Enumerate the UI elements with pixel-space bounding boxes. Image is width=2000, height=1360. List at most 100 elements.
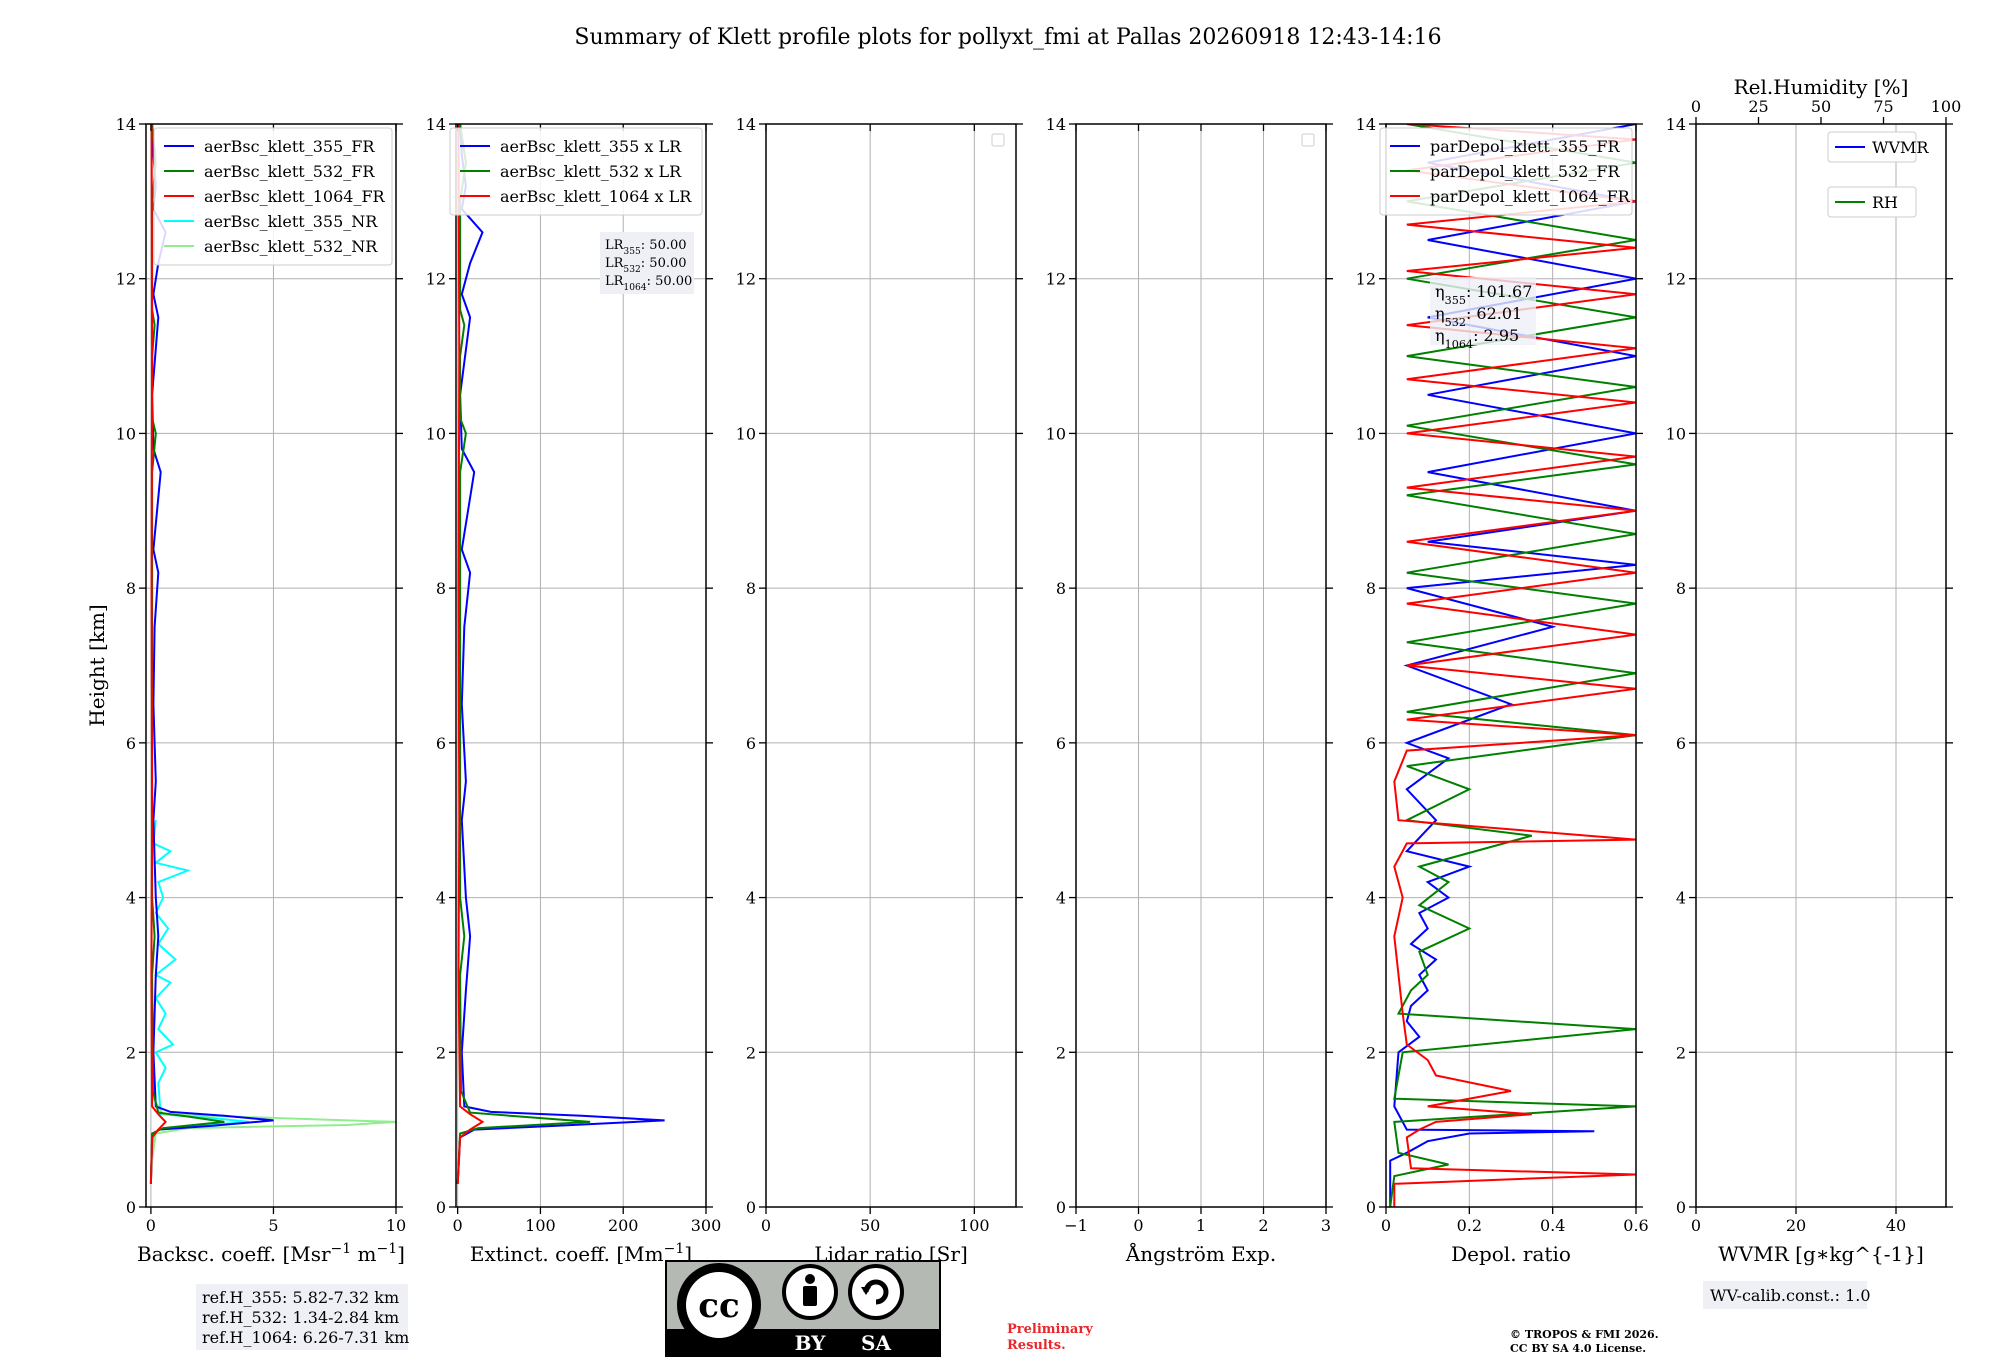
- x-tick-label: 0: [1381, 1216, 1391, 1235]
- x-axis-label: Backsc. coeff. [Msr−1 m−1]: [137, 1241, 405, 1266]
- panel-lr: 0 50 10002468101214Lidar ratio [Sr]: [736, 115, 1023, 1266]
- x-tick-label: 5: [268, 1216, 278, 1235]
- y-tick-label: 2: [746, 1043, 756, 1062]
- y-tick-label: 4: [1676, 889, 1686, 908]
- x-tick-label: 0: [453, 1216, 463, 1235]
- x-tick-label: 0: [1133, 1216, 1143, 1235]
- plot-panels: 0 5 1002468101214Backsc. coeff. [Msr−1 m−1…: [85, 75, 1961, 1266]
- y-tick-label: 0: [1366, 1198, 1376, 1217]
- x-tick-label: 2: [1258, 1216, 1268, 1235]
- x-tick-label: 20: [1786, 1216, 1806, 1235]
- series-aerBsc_klett_355_FR: [149, 124, 274, 1184]
- y-tick-label: 14: [1356, 115, 1376, 134]
- legend-label: parDepol_klett_532_FR: [1430, 162, 1621, 181]
- axes-frame: [145, 123, 397, 1208]
- sa-label: SA: [861, 1331, 891, 1355]
- y-tick-label: 12: [736, 270, 756, 289]
- x-tick-label: 0.4: [1540, 1216, 1565, 1235]
- panel-ang: −1 0 1 2 302468101214Ångström Exp.: [1046, 115, 1333, 1266]
- top-tick-label: 25: [1748, 97, 1768, 116]
- y-tick-label: 14: [736, 115, 756, 134]
- y-tick-label: 14: [1046, 115, 1066, 134]
- legend-label: WVMR: [1872, 138, 1929, 157]
- x-tick-label: 3: [1321, 1216, 1331, 1235]
- top-axis-label: Rel.Humidity [%]: [1734, 75, 1909, 99]
- cc-symbol: cc: [698, 1286, 739, 1326]
- y-tick-label: 4: [126, 889, 136, 908]
- x-tick-label: 200: [608, 1216, 639, 1235]
- y-tick-label: 2: [436, 1043, 446, 1062]
- y-tick-label: 4: [1056, 889, 1066, 908]
- preliminary-label-2: Results.: [1007, 1338, 1066, 1353]
- legend-label: parDepol_klett_355_FR: [1430, 137, 1621, 156]
- legend-empty: [991, 133, 1005, 147]
- refheight-line: ref.H_355: 5.82-7.32 km: [202, 1288, 399, 1307]
- y-tick-label: 0: [746, 1198, 756, 1217]
- legend-label: RH: [1872, 193, 1898, 212]
- legend-label: aerBsc_klett_1064 x LR: [500, 187, 692, 206]
- legend-label: aerBsc_klett_355_NR: [204, 212, 378, 231]
- y-tick-label: 2: [1056, 1043, 1066, 1062]
- y-tick-label: 4: [746, 889, 756, 908]
- y-tick-label: 10: [1666, 424, 1686, 443]
- y-tick-label: 6: [1676, 734, 1686, 753]
- x-tick-label: 0.2: [1457, 1216, 1482, 1235]
- axes-frame: [765, 123, 1017, 1208]
- y-tick-label: 12: [116, 270, 136, 289]
- x-tick-label: 100: [525, 1216, 556, 1235]
- y-tick-label: 10: [116, 424, 136, 443]
- x-tick-label: 0: [1691, 1216, 1701, 1235]
- y-tick-label: 14: [116, 115, 136, 134]
- y-tick-label: 12: [1666, 270, 1686, 289]
- top-tick-label: 75: [1873, 97, 1893, 116]
- x-tick-label: 0: [146, 1216, 156, 1235]
- x-tick-label: 40: [1886, 1216, 1906, 1235]
- panel-bsc: 0 5 10 0 2 4 6 8 10 12 14 Backsc. coeff. [Msr−1 m−1…: [85, 115, 406, 1266]
- x-tick-label: 100: [959, 1216, 990, 1235]
- legend-empty: [1301, 133, 1315, 147]
- y-tick-label: 14: [1666, 115, 1686, 134]
- top-tick-label: 50: [1811, 97, 1831, 116]
- x-axis-label: WVMR [g∗kg^{-1}]: [1718, 1242, 1924, 1266]
- legend-label: aerBsc_klett_355_FR: [204, 137, 375, 156]
- y-tick-label: 8: [1366, 579, 1376, 598]
- figure-title: Summary of Klett profile plots for polly…: [574, 25, 1441, 50]
- y-tick-label: 0: [436, 1198, 446, 1217]
- legend-label: parDepol_klett_1064_FR: [1430, 187, 1631, 206]
- wv-calib-text: WV-calib.const.: 1.0: [1710, 1286, 1871, 1305]
- y-tick-label: 8: [746, 579, 756, 598]
- y-tick-label: 12: [1356, 270, 1376, 289]
- copyright-line-1: © TROPOS & FMI 2026.: [1510, 1328, 1659, 1341]
- y-tick-label: 6: [126, 734, 136, 753]
- y-tick-label: 10: [736, 424, 756, 443]
- x-tick-label: −1: [1064, 1216, 1088, 1235]
- y-tick-label: 0: [1056, 1198, 1066, 1217]
- x-tick-label: 10: [386, 1216, 406, 1235]
- panel-wv: 0 20 40 0 2 4 6 8 10 12 14 0 25 50 75 100 Rel.Humidity […: [1666, 75, 1962, 1266]
- y-tick-label: 10: [426, 424, 446, 443]
- legend-label: aerBsc_klett_355 x LR: [500, 137, 682, 156]
- legend-label: aerBsc_klett_1064_FR: [204, 187, 386, 206]
- legend-label: aerBsc_klett_532_NR: [204, 237, 378, 256]
- y-tick-label: 12: [426, 270, 446, 289]
- y-tick-label: 8: [1056, 579, 1066, 598]
- y-tick-label: 8: [436, 579, 446, 598]
- y-tick-label: 4: [1366, 889, 1376, 908]
- top-tick-label: 0: [1691, 97, 1701, 116]
- series-aerBsc_klett_532_FR: [149, 124, 225, 1184]
- legend-label: aerBsc_klett_532_FR: [204, 162, 375, 181]
- x-axis-label: Extinct. coeff. [Mm−1]: [470, 1241, 692, 1266]
- y-tick-label: 0: [1676, 1198, 1686, 1217]
- x-tick-label: 0: [761, 1216, 771, 1235]
- preliminary-label-1: Preliminary: [1007, 1322, 1093, 1337]
- y-tick-label: 8: [126, 579, 136, 598]
- cc-license-badge: cc BY SA: [665, 1260, 941, 1357]
- y-tick-label: 14: [426, 115, 446, 134]
- copyright-line-2: CC BY SA 4.0 License.: [1510, 1342, 1646, 1355]
- series-aerBsc_klett_532 x LR: [456, 124, 591, 1184]
- y-tick-label: 10: [1356, 424, 1376, 443]
- refheight-line: ref.H_532: 1.34-2.84 km: [202, 1308, 399, 1327]
- y-tick-label: 2: [126, 1043, 136, 1062]
- x-tick-label: 50: [860, 1216, 880, 1235]
- y-tick-label: 6: [746, 734, 756, 753]
